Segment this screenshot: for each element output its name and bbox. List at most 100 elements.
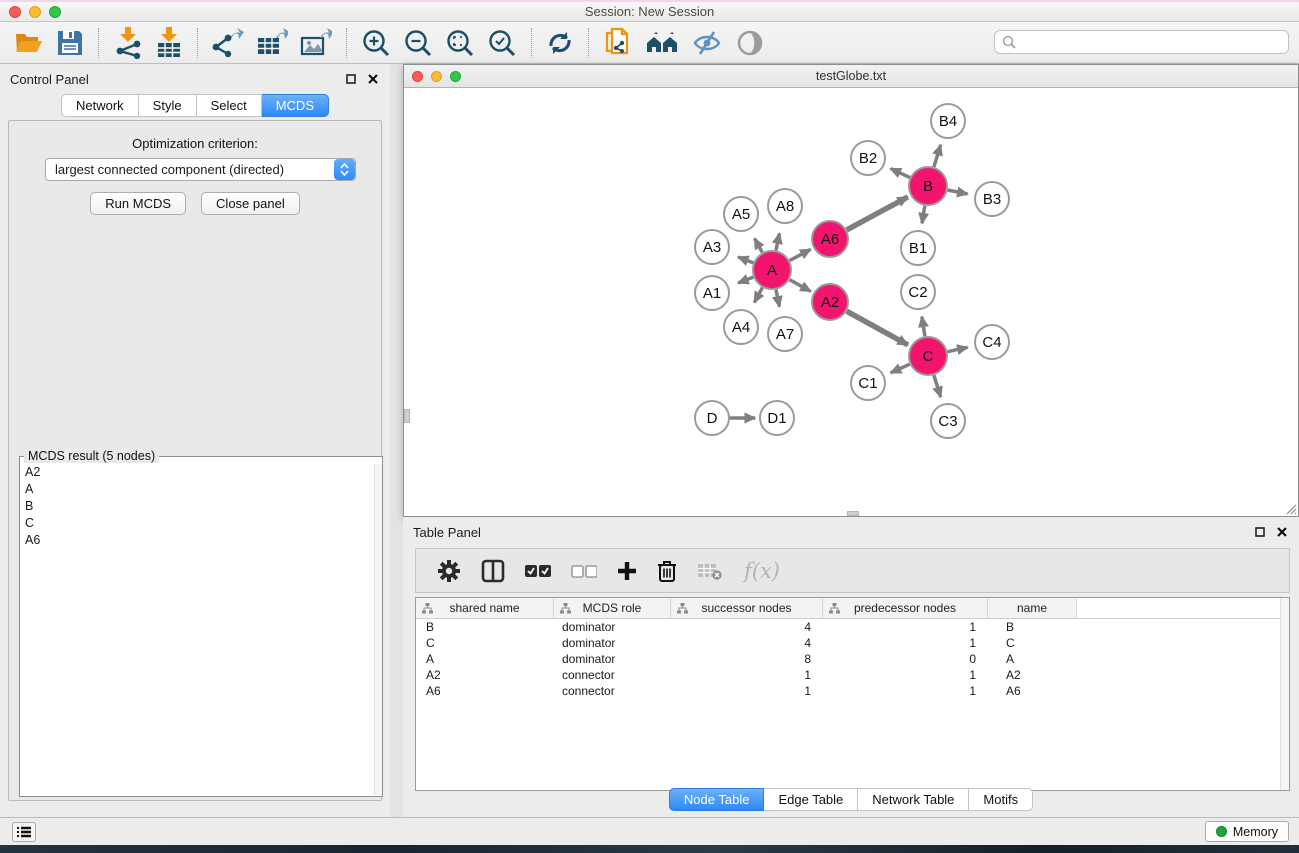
node-C2[interactable]: C2	[901, 275, 935, 309]
import-network-button[interactable]	[107, 25, 149, 61]
column-header-MCDS-role[interactable]: MCDS role	[554, 598, 671, 618]
table-scrollbar[interactable]	[1280, 598, 1289, 790]
tab-network[interactable]: Network	[61, 94, 139, 117]
network-canvas[interactable]: B4B2BB3A8A5A6A3B1AC2A1A2A4A7C4CC1DD1C3	[404, 89, 1298, 516]
edge-C-C1[interactable]	[891, 364, 910, 373]
table-row[interactable]: A2connector11A2	[416, 667, 1289, 683]
tab-network-table[interactable]: Network Table	[858, 788, 969, 811]
table-row[interactable]: A6connector11A6	[416, 683, 1289, 699]
zoom-in-button[interactable]	[355, 26, 397, 60]
node-A[interactable]: A	[753, 251, 791, 289]
mcds-result-item[interactable]: A2	[21, 464, 373, 481]
result-scrollbar[interactable]	[374, 464, 382, 795]
mcds-result-item[interactable]: C	[21, 515, 373, 532]
tab-mcds[interactable]: MCDS	[262, 94, 329, 117]
edge-A-A2[interactable]	[790, 280, 811, 292]
close-panel-button[interactable]	[366, 72, 380, 86]
edge-A-A5[interactable]	[755, 238, 763, 252]
vertical-scroll-thumb[interactable]	[404, 409, 410, 423]
edge-B-B1[interactable]	[922, 206, 925, 224]
node-C[interactable]: C	[909, 337, 947, 375]
column-header-shared-name[interactable]: shared name	[416, 598, 554, 618]
table-row[interactable]: Adominator80A	[416, 651, 1289, 667]
close-panel-button-mcds[interactable]: Close panel	[201, 192, 300, 215]
delete-row-button[interactable]	[652, 558, 682, 584]
export-network-button[interactable]	[206, 26, 250, 60]
node-D[interactable]: D	[695, 401, 729, 435]
edge-A-A6[interactable]	[790, 249, 811, 260]
node-B1[interactable]: B1	[901, 231, 935, 265]
node-B3[interactable]: B3	[975, 182, 1009, 216]
horizontal-scroll-thumb[interactable]	[847, 511, 859, 516]
float-table-panel-button[interactable]	[1253, 525, 1267, 539]
node-B[interactable]: B	[909, 167, 947, 205]
import-table-button[interactable]	[149, 25, 189, 61]
close-table-panel-button[interactable]	[1275, 525, 1289, 539]
select-all-button[interactable]	[520, 562, 556, 580]
node-A5[interactable]: A5	[724, 197, 758, 231]
duplicate-network-button[interactable]	[597, 25, 639, 61]
show-columns-button[interactable]	[476, 557, 510, 585]
node-C4[interactable]: C4	[975, 325, 1009, 359]
edge-A-A3[interactable]	[738, 257, 753, 263]
mcds-result-item[interactable]: A6	[21, 532, 373, 549]
tab-node-table[interactable]: Node Table	[669, 788, 765, 811]
save-session-button[interactable]	[50, 27, 90, 59]
run-mcds-button[interactable]: Run MCDS	[90, 192, 186, 215]
column-header-name[interactable]: name	[988, 598, 1077, 618]
node-C3[interactable]: C3	[931, 404, 965, 438]
edge-C-C3[interactable]	[934, 375, 941, 397]
node-C1[interactable]: C1	[851, 366, 885, 400]
table-row[interactable]: Bdominator41B	[416, 619, 1289, 635]
zoom-out-button[interactable]	[397, 26, 439, 60]
delete-table-button[interactable]	[692, 560, 728, 582]
memory-button[interactable]: Memory	[1205, 821, 1289, 842]
show-details-button[interactable]	[729, 28, 771, 58]
task-history-button[interactable]	[12, 822, 36, 842]
mcds-result-item[interactable]: B	[21, 498, 373, 515]
node-A8[interactable]: A8	[768, 189, 802, 223]
node-A1[interactable]: A1	[695, 276, 729, 310]
edge-B-B4[interactable]	[934, 145, 941, 167]
node-A2[interactable]: A2	[812, 284, 848, 320]
node-D1[interactable]: D1	[760, 401, 794, 435]
resize-grip[interactable]	[1284, 502, 1297, 515]
mcds-result-item[interactable]: A	[21, 481, 373, 498]
float-panel-button[interactable]	[344, 72, 358, 86]
tab-edge-table[interactable]: Edge Table	[764, 788, 858, 811]
home-button[interactable]	[639, 28, 685, 58]
zoom-selected-button[interactable]	[481, 26, 523, 60]
node-A7[interactable]: A7	[768, 317, 802, 351]
hide-details-button[interactable]	[685, 28, 729, 58]
open-session-button[interactable]	[8, 27, 50, 59]
export-table-button[interactable]	[250, 26, 294, 60]
tab-motifs[interactable]: Motifs	[969, 788, 1033, 811]
edge-A-A8[interactable]	[776, 233, 779, 250]
edge-C-C2[interactable]	[922, 317, 925, 337]
criterion-dropdown[interactable]: largest connected component (directed)	[45, 158, 356, 181]
table-settings-button[interactable]	[432, 557, 466, 585]
edge-B-B3[interactable]	[948, 190, 968, 194]
edge-C-C4[interactable]	[948, 347, 968, 351]
column-header-predecessor-nodes[interactable]: predecessor nodes	[823, 598, 988, 618]
edge-A-A1[interactable]	[738, 277, 753, 283]
node-A4[interactable]: A4	[724, 310, 758, 344]
zoom-fit-button[interactable]	[439, 26, 481, 60]
network-graph[interactable]: B4B2BB3A8A5A6A3B1AC2A1A2A4A7C4CC1DD1C3	[404, 89, 1298, 516]
edge-A6-B[interactable]	[847, 197, 908, 230]
node-A3[interactable]: A3	[695, 230, 729, 264]
edge-A-A7[interactable]	[776, 290, 779, 307]
tab-select[interactable]: Select	[197, 94, 262, 117]
node-B4[interactable]: B4	[931, 104, 965, 138]
edge-A2-C[interactable]	[847, 311, 908, 345]
add-row-button[interactable]	[612, 559, 642, 583]
edge-A-A4[interactable]	[754, 288, 762, 303]
search-input[interactable]	[1016, 32, 1288, 52]
function-builder-button[interactable]: f(x)	[738, 559, 780, 583]
node-B2[interactable]: B2	[851, 141, 885, 175]
table-row[interactable]: Cdominator41C	[416, 635, 1289, 651]
refresh-layout-button[interactable]	[540, 27, 580, 59]
column-header-successor-nodes[interactable]: successor nodes	[671, 598, 823, 618]
deselect-all-button[interactable]	[566, 562, 602, 580]
export-image-button[interactable]	[294, 26, 338, 60]
